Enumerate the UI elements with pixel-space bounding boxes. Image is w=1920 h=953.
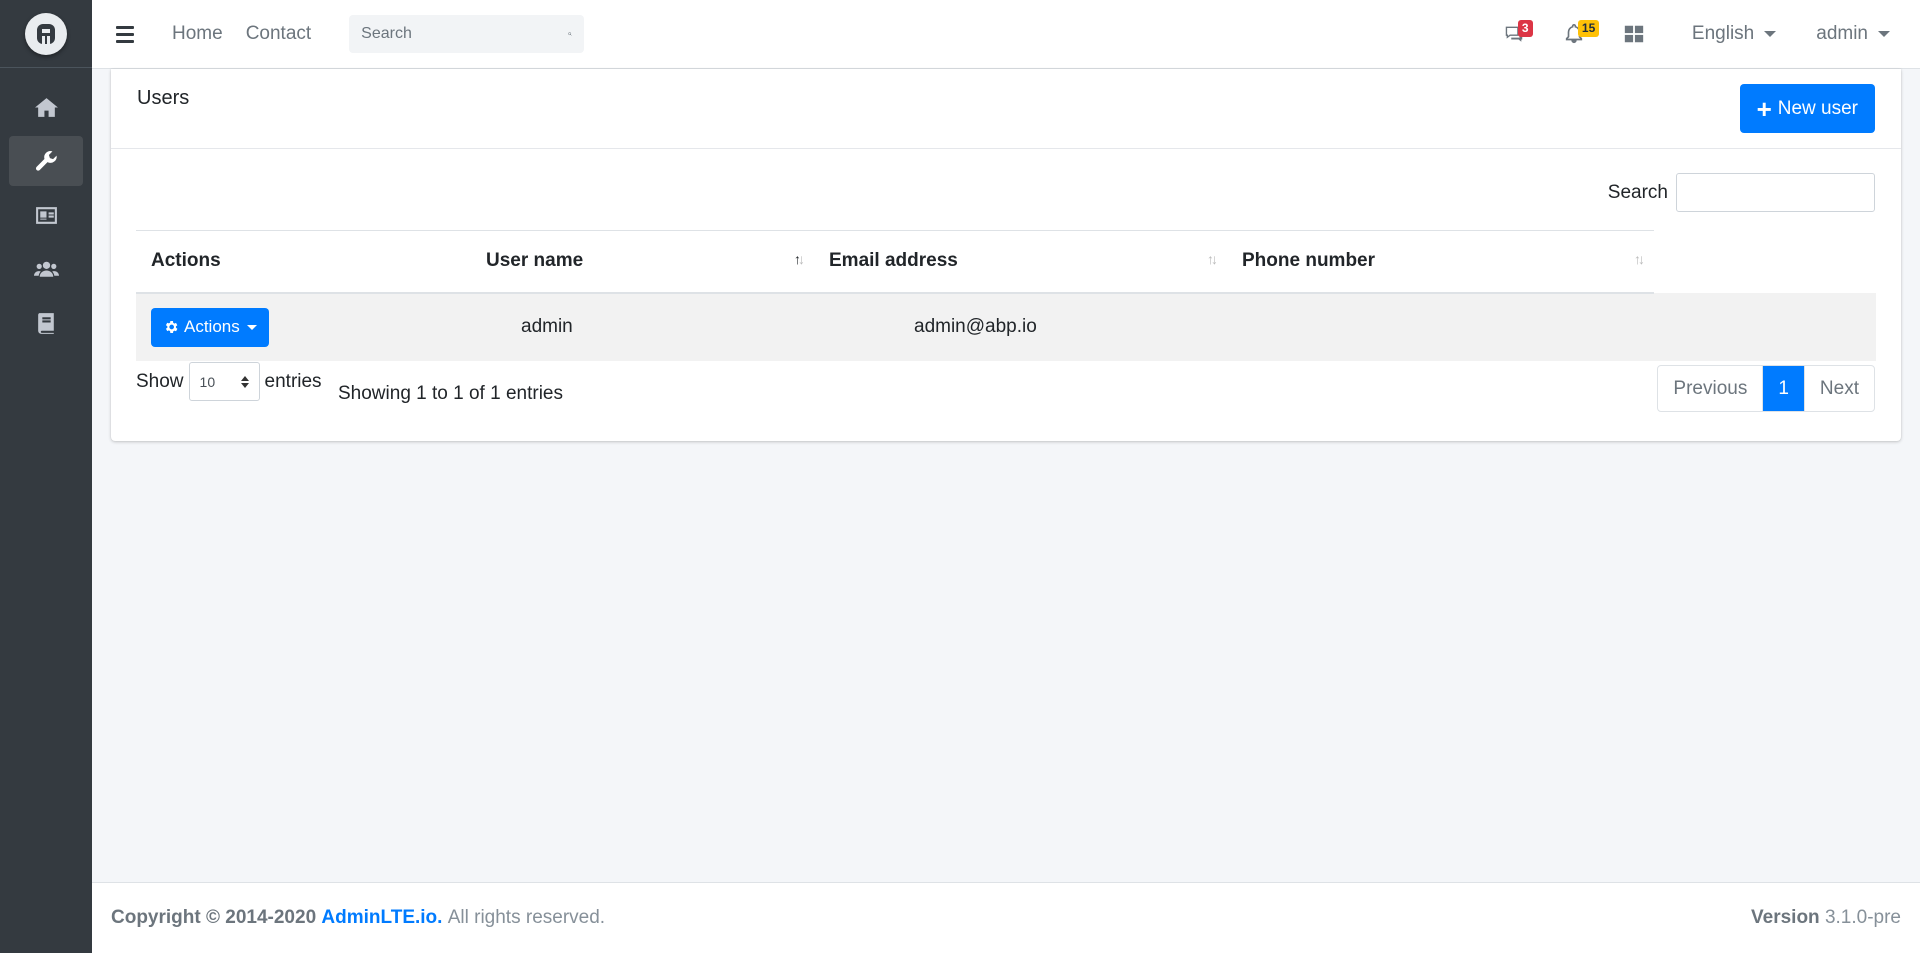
chevron-down-icon — [1764, 31, 1777, 37]
version-label: Version — [1751, 907, 1820, 928]
table-search-input[interactable] — [1676, 173, 1875, 212]
sort-icon: ↑↓ — [1634, 251, 1645, 267]
row-actions-label: Actions — [184, 317, 240, 336]
book-icon — [37, 312, 54, 334]
navbar-search — [349, 15, 585, 53]
sidebar-nav — [0, 68, 92, 348]
table-row: Actions admin admin@abp.io — [136, 292, 1876, 361]
new-user-label: New user — [1777, 97, 1858, 119]
cell-user-name: admin — [471, 292, 814, 361]
user-dropdown[interactable]: admin — [1816, 23, 1890, 45]
navbar-right: 3 15 English admin — [1484, 0, 1920, 68]
pagination-previous[interactable]: Previous — [1658, 366, 1764, 411]
version-number: 3.1.0-pre — [1824, 907, 1901, 928]
column-header-spacer — [1654, 231, 1876, 293]
language-dropdown[interactable]: English — [1691, 23, 1777, 45]
nav-link-contact[interactable]: Contact — [246, 23, 311, 45]
table-search-label: Search — [1607, 181, 1668, 203]
column-header-label: Email address — [829, 250, 958, 272]
plus-icon: + — [1756, 93, 1772, 124]
language-label: English — [1691, 23, 1755, 44]
brand[interactable] — [0, 0, 92, 68]
adminlte-link[interactable]: AdminLTE.io. — [321, 907, 442, 929]
table-header-row: Actions User name ↑↓ Email address ↑↓ Ph… — [136, 230, 1876, 294]
column-header-phone[interactable]: Phone number ↑↓ — [1227, 230, 1654, 294]
new-user-button[interactable]: + New user — [1739, 84, 1875, 133]
id-card-icon — [35, 206, 57, 224]
sort-icon: ↑↓ — [1207, 251, 1218, 267]
copyright-text: Copyright © 2014-2020 — [111, 907, 317, 928]
home-icon — [34, 97, 58, 117]
table-info: Showing 1 to 1 of 1 entries — [338, 383, 563, 404]
cell-email: admin@abp.io — [814, 292, 1227, 361]
footer: Copyright © 2014-2020 AdminLTE.io. All r… — [92, 882, 1920, 953]
notifications-badge: 15 — [1577, 20, 1600, 37]
sidebar-item-home[interactable] — [9, 82, 83, 132]
gear-icon — [165, 321, 178, 333]
column-header-user-name[interactable]: User name ↑↓ — [471, 230, 814, 294]
length-suffix: entries — [264, 370, 322, 392]
sort-ascending-icon: ↑↓ — [794, 251, 805, 267]
sidebar-item-users[interactable] — [9, 244, 83, 294]
apps-grid-button[interactable] — [1604, 0, 1664, 68]
column-header-label: User name — [486, 250, 584, 272]
top-navbar: Home Contact 3 15 English admin — [92, 0, 1920, 69]
length-prefix: Show — [136, 370, 184, 392]
sidebar-item-contacts[interactable] — [9, 190, 83, 240]
version-info: Version 3.1.0-pre — [1751, 907, 1901, 929]
wrench-icon — [35, 150, 57, 171]
cell-phone — [1227, 292, 1654, 361]
sidebar-item-administration[interactable] — [9, 136, 83, 186]
cell-actions: Actions — [136, 292, 471, 361]
sidebar — [0, 0, 92, 953]
menu-toggle-icon[interactable] — [116, 25, 152, 43]
grid-icon — [1624, 25, 1644, 43]
page-title: Users — [137, 87, 190, 109]
column-header-actions: Actions — [136, 230, 471, 294]
page-length-value: 10 — [199, 373, 216, 390]
notifications-dropdown[interactable]: 15 — [1544, 0, 1604, 68]
select-arrows-icon — [240, 375, 249, 388]
user-label: admin — [1816, 23, 1868, 44]
row-actions-button[interactable]: Actions — [151, 307, 269, 347]
chevron-down-icon — [1878, 31, 1890, 37]
sidebar-item-docs[interactable] — [9, 298, 83, 348]
card-header: Users + New user — [111, 69, 1901, 149]
column-header-email[interactable]: Email address ↑↓ — [814, 230, 1227, 294]
column-header-label: Phone number — [1242, 250, 1376, 272]
pagination-next[interactable]: Next — [1805, 366, 1874, 411]
messages-dropdown[interactable]: 3 — [1484, 0, 1544, 68]
table-search: Search — [1608, 173, 1875, 212]
brand-logo-icon[interactable] — [25, 12, 67, 55]
nav-link-home[interactable]: Home — [172, 23, 223, 45]
users-card: Users + New user Search Actions User nam… — [111, 69, 1901, 441]
chevron-down-icon — [246, 324, 257, 330]
messages-badge: 3 — [1517, 20, 1533, 37]
page-length-select[interactable]: 10 — [188, 362, 260, 401]
cell-spacer — [1654, 292, 1876, 361]
users-icon — [33, 261, 59, 277]
pagination-page-current[interactable]: 1 — [1763, 366, 1805, 411]
search-icon[interactable] — [568, 25, 572, 43]
pagination: Previous 1 Next — [1657, 365, 1875, 412]
rights-text: All rights reserved. — [447, 907, 606, 928]
navbar-search-input[interactable] — [361, 25, 569, 43]
page-length-control: Show 10 entries — [136, 362, 322, 401]
users-table: Actions User name ↑↓ Email address ↑↓ Ph… — [136, 230, 1876, 361]
